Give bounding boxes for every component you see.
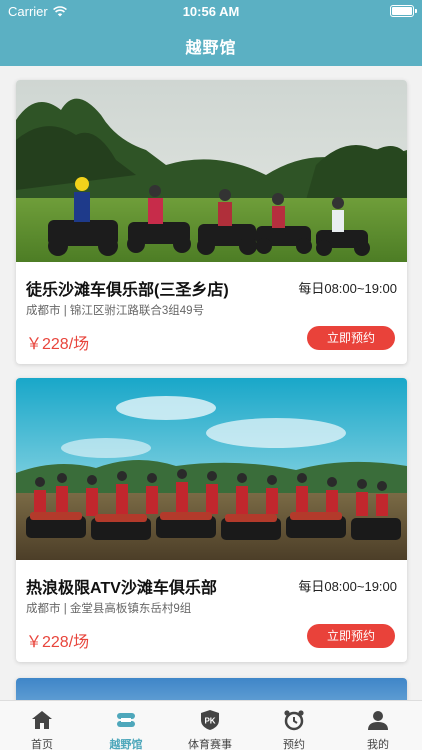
venue-price: ￥228/场 (26, 634, 90, 651)
venue-photo (16, 678, 407, 700)
tab-offroad[interactable]: 越野馆 (84, 701, 168, 750)
venue-hours: 每日08:00~19:00 (298, 281, 397, 296)
tab-booking[interactable]: 预约 (252, 701, 336, 750)
book-now-button[interactable]: 立即预约 (307, 624, 395, 648)
tab-label: 预约 (283, 739, 305, 750)
venue-hours: 每日08:00~19:00 (298, 579, 397, 594)
tab-label: 体育赛事 (188, 739, 232, 750)
venue-card[interactable] (16, 678, 407, 700)
tab-bar: 首页 越野馆 PK 体育赛事 预约 我的 (0, 700, 422, 750)
atv-icon (117, 713, 135, 727)
tab-label: 越野馆 (109, 739, 143, 750)
venue-list[interactable]: 徒乐沙滩车俱乐部(三圣乡店) 每日08:00~19:00 成都市 | 锦江区驸江… (0, 66, 422, 700)
status-bar: Carrier 10:56 AM (0, 0, 422, 22)
venue-name: 徒乐沙滩车俱乐部(三圣乡店) (26, 282, 229, 299)
pk-shield-icon: PK (201, 710, 219, 730)
book-now-button[interactable]: 立即预约 (307, 326, 395, 350)
tab-label: 首页 (31, 739, 53, 750)
venue-card[interactable]: 热浪极限ATV沙滩车俱乐部 每日08:00~19:00 成都市 | 金堂县高板镇… (16, 378, 407, 662)
battery-icon (390, 5, 417, 17)
home-icon (32, 711, 52, 729)
venue-address: 成都市 | 锦江区驸江路联合3组49号 (26, 305, 205, 317)
person-icon (368, 711, 388, 730)
tab-home[interactable]: 首页 (0, 701, 84, 750)
venue-photo (16, 378, 407, 560)
clock: 10:56 AM (182, 4, 240, 19)
venue-card[interactable]: 徒乐沙滩车俱乐部(三圣乡店) 每日08:00~19:00 成都市 | 锦江区驸江… (16, 80, 407, 364)
tab-sports-events[interactable]: PK 体育赛事 (168, 701, 252, 750)
page-title: 越野馆 (185, 40, 237, 57)
venue-price: ￥228/场 (26, 336, 90, 353)
venue-photo (16, 80, 407, 262)
alarm-clock-icon (284, 710, 304, 731)
tab-label: 我的 (367, 739, 389, 750)
svg-text:PK: PK (204, 717, 215, 726)
tab-profile[interactable]: 我的 (336, 701, 420, 750)
navigation-bar: Carrier 10:56 AM 越野馆 (0, 0, 422, 66)
venue-name: 热浪极限ATV沙滩车俱乐部 (26, 580, 217, 597)
venue-address: 成都市 | 金堂县高板镇东岳村9组 (26, 603, 192, 615)
